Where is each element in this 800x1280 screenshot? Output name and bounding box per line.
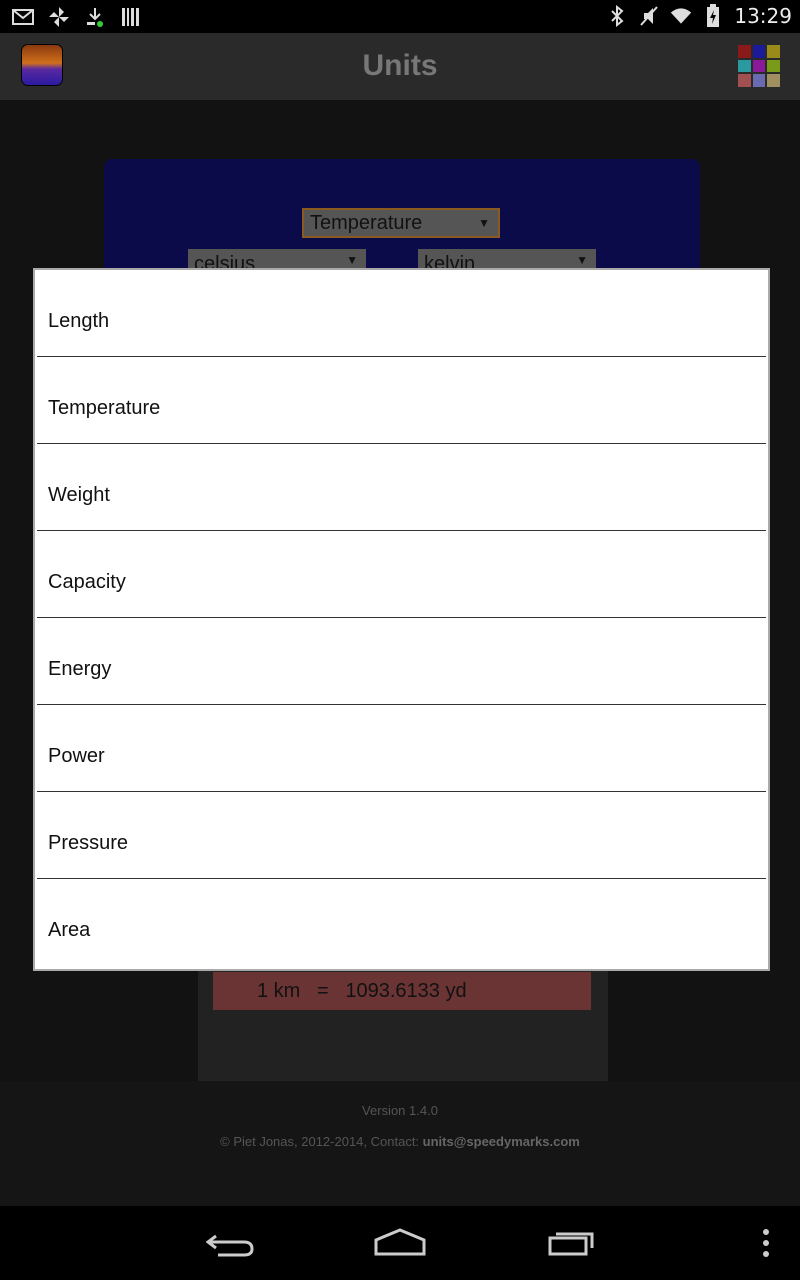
option-temperature[interactable]: Temperature: [37, 357, 766, 444]
category-grid-icon[interactable]: [738, 45, 780, 87]
option-label: Energy: [48, 658, 112, 680]
dropdown-arrow-icon: ▼: [478, 216, 490, 230]
gmail-icon: [12, 6, 34, 28]
bluetooth-icon: [606, 5, 628, 27]
wifi-icon: [670, 5, 692, 27]
contact-email-link[interactable]: units@speedymarks.com: [423, 1134, 580, 1149]
credits-text: © Piet Jonas, 2012-2014, Contact:: [220, 1134, 423, 1149]
option-label: Temperature: [48, 397, 161, 419]
option-area[interactable]: Area: [37, 879, 766, 965]
app-bar: Units: [0, 33, 800, 101]
grid-cell: [738, 59, 751, 73]
back-button[interactable]: [200, 1220, 260, 1266]
option-energy[interactable]: Energy: [37, 618, 766, 705]
recents-icon: [548, 1232, 594, 1256]
grid-cell: [767, 45, 780, 58]
grid-cell: [767, 74, 780, 87]
home-icon: [374, 1228, 426, 1256]
category-picker-dialog: Length Temperature Weight Capacity Energ…: [33, 268, 770, 971]
mute-icon: [638, 5, 660, 27]
pinwheel-icon: [48, 6, 70, 28]
grid-cell: [738, 74, 751, 87]
category-select[interactable]: Temperature ▼: [302, 208, 500, 238]
status-bar: 13:29: [0, 0, 800, 33]
option-power[interactable]: Power: [37, 705, 766, 792]
overflow-icon: [763, 1229, 769, 1257]
grid-cell: [767, 59, 780, 73]
recents-button[interactable]: [542, 1220, 602, 1266]
grid-cell: [752, 74, 766, 87]
credits-line: © Piet Jonas, 2012-2014, Contact: units@…: [0, 1134, 800, 1149]
overflow-menu-button[interactable]: [736, 1220, 796, 1266]
grid-cell: [738, 45, 751, 58]
grid-cell: [752, 59, 766, 73]
option-label: Capacity: [48, 571, 126, 593]
version-label: Version 1.4.0: [362, 1103, 438, 1118]
option-capacity[interactable]: Capacity: [37, 531, 766, 618]
download-icon: [84, 6, 106, 28]
clock: 13:29: [734, 4, 792, 28]
option-label: Power: [48, 745, 105, 767]
option-label: Length: [48, 310, 110, 332]
option-length[interactable]: Length: [37, 270, 766, 357]
option-label: Pressure: [48, 832, 129, 854]
footer: Version 1.4.0 © Piet Jonas, 2012-2014, C…: [0, 1081, 800, 1206]
option-label: Area: [48, 919, 91, 941]
category-select-value: Temperature: [310, 212, 423, 234]
option-label: Weight: [48, 484, 110, 506]
battery-icon: [702, 4, 724, 27]
app-title: Units: [362, 49, 438, 82]
navigation-bar: [0, 1206, 800, 1280]
barcode-icon: [120, 6, 142, 28]
back-icon: [206, 1234, 254, 1257]
grid-cell: [752, 45, 766, 58]
conversion-result: 1 km = 1093.6133 yd: [213, 972, 591, 1010]
option-pressure[interactable]: Pressure: [37, 792, 766, 879]
home-button[interactable]: [370, 1220, 430, 1266]
option-weight[interactable]: Weight: [37, 444, 766, 531]
